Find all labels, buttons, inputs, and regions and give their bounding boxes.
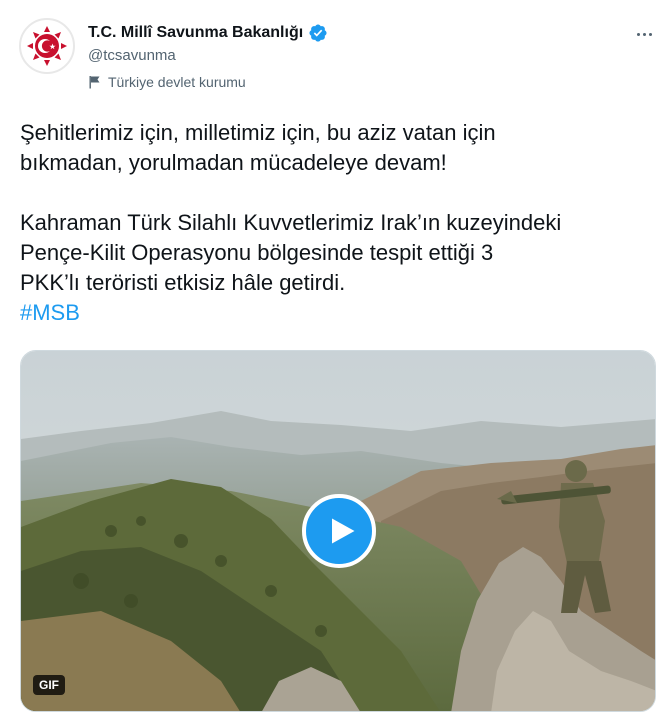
tweet-line: Pençe-Kilit Operasyonu bölgesinde tespit… bbox=[20, 240, 494, 265]
play-button[interactable] bbox=[302, 494, 376, 568]
tweet-line: Kahraman Türk Silahlı Kuvvetlerimiz Irak… bbox=[20, 210, 562, 235]
ministry-emblem-icon bbox=[25, 24, 69, 68]
flag-icon bbox=[89, 76, 100, 89]
account-label-text: Türkiye devlet kurumu bbox=[108, 74, 246, 90]
name-row: T.C. Millî Savunma Bakanlığı bbox=[88, 21, 328, 45]
more-options-icon[interactable] bbox=[628, 22, 660, 46]
play-icon bbox=[331, 518, 354, 544]
avatar[interactable] bbox=[19, 18, 75, 74]
tweet-line: Şehitlerimiz için, milletimiz için, bu a… bbox=[20, 120, 496, 145]
tweet-line: bıkmadan, yorulmadan mücadeleye devam! bbox=[20, 150, 447, 175]
account-label: Türkiye devlet kurumu bbox=[88, 74, 246, 90]
hashtag-link[interactable]: #MSB bbox=[20, 300, 80, 325]
tweet-card: T.C. Millî Savunma Bakanlığı @tcsavunma … bbox=[0, 0, 672, 724]
tweet-line: PKK’lı teröristi etkisiz hâle getirdi. bbox=[20, 270, 346, 295]
tweet-text: Şehitlerimiz için, milletimiz için, bu a… bbox=[20, 118, 650, 328]
gif-badge: GIF bbox=[33, 675, 65, 695]
display-name[interactable]: T.C. Millî Savunma Bakanlığı bbox=[88, 24, 303, 42]
verified-badge-icon bbox=[309, 24, 327, 42]
handle[interactable]: @tcsavunma bbox=[88, 47, 176, 64]
media-gif[interactable]: GIF bbox=[20, 350, 656, 712]
